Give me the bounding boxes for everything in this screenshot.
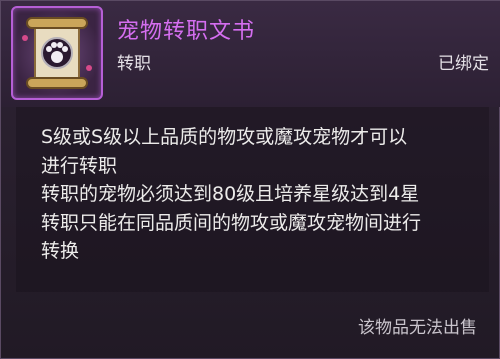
- item-icon-frame: [11, 6, 103, 100]
- item-tooltip: 宠物转职文书 转职 已绑定 S级或S级以上品质的物攻或魔攻宠物才可以 进行转职 …: [0, 0, 500, 359]
- bound-status: 已绑定: [438, 54, 489, 74]
- description-line: 转职只能在同品质间的物攻或魔攻宠物间进行: [41, 211, 422, 234]
- description-line: S级或S级以上品质的物攻或魔攻宠物才可以: [41, 126, 408, 148]
- description-line: 转职的宠物必须达到80级且培养星级达到4星: [41, 183, 420, 205]
- scroll-paw-icon: [22, 17, 92, 89]
- item-description: S级或S级以上品质的物攻或魔攻宠物才可以 进行转职 转职的宠物必须达到80级且培…: [41, 123, 481, 266]
- tooltip-header: 宠物转职文书 转职 已绑定: [1, 1, 500, 107]
- description-line: 转换: [41, 240, 80, 262]
- item-title: 宠物转职文书: [117, 19, 256, 44]
- sell-status: 该物品无法出售: [358, 318, 477, 338]
- description-line: 进行转职: [41, 154, 118, 177]
- item-subtype: 转职: [117, 54, 151, 74]
